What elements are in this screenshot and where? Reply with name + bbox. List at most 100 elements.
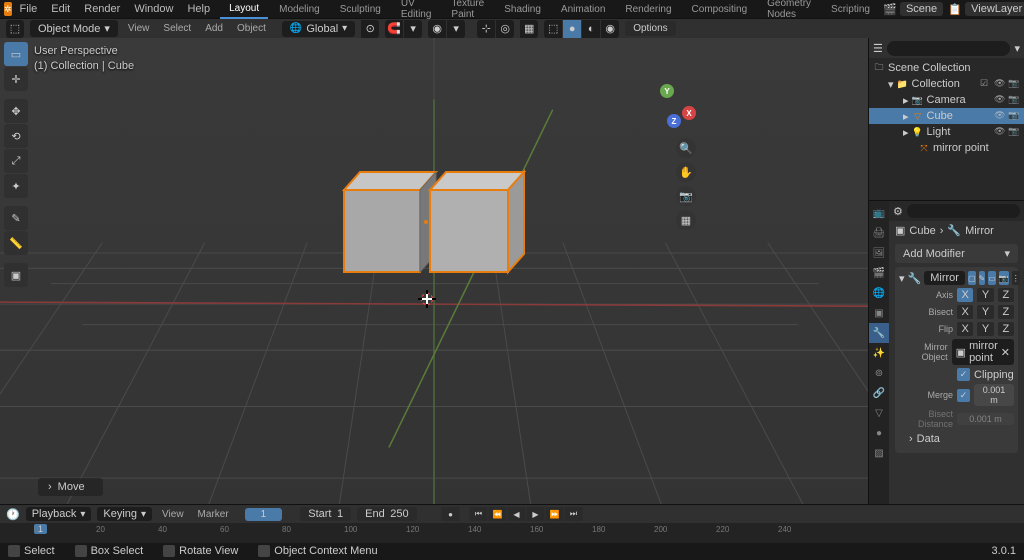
move-tool-icon[interactable]: ✥ bbox=[4, 99, 28, 123]
disclosure-icon[interactable]: ▾ bbox=[888, 78, 894, 91]
mod-extras-icon[interactable]: ⋮ bbox=[1012, 271, 1020, 285]
outliner-editor-icon[interactable]: ☰ bbox=[873, 42, 883, 55]
disable-toggle-icon[interactable]: 📷 bbox=[1008, 94, 1020, 106]
rotate-tool-icon[interactable]: ⟲ bbox=[4, 124, 28, 148]
prev-keyframe-icon[interactable]: ⏪ bbox=[489, 507, 507, 521]
next-keyframe-icon[interactable]: ⏩ bbox=[546, 507, 564, 521]
axis-z-button[interactable]: Z bbox=[998, 288, 1014, 302]
wireframe-shading-icon[interactable]: ⬚ bbox=[544, 20, 562, 38]
gizmo-y-axis-icon[interactable]: Y bbox=[660, 84, 674, 98]
flip-x-button[interactable]: X bbox=[957, 322, 973, 336]
scene-tab-icon[interactable]: 🎬 bbox=[869, 263, 889, 283]
hide-toggle-icon[interactable]: 👁 bbox=[994, 126, 1006, 138]
rendered-shading-icon[interactable]: ◉ bbox=[601, 20, 619, 38]
clear-icon[interactable]: ✕ bbox=[1001, 346, 1010, 359]
physics-tab-icon[interactable]: ⊚ bbox=[869, 363, 889, 383]
workspace-tab-scripting[interactable]: Scripting bbox=[822, 1, 879, 18]
timeline-view[interactable]: View bbox=[158, 509, 188, 520]
bisect-z-button[interactable]: Z bbox=[998, 305, 1014, 319]
axis-y-button[interactable]: Y bbox=[977, 288, 993, 302]
disclosure-icon[interactable]: ▸ bbox=[903, 110, 909, 123]
play-icon[interactable]: ▶ bbox=[527, 507, 545, 521]
modifiers-tab-icon[interactable]: 🔧 bbox=[869, 323, 889, 343]
menu-render[interactable]: Render bbox=[78, 1, 126, 17]
measure-tool-icon[interactable]: 📏 bbox=[4, 231, 28, 255]
bisect-x-button[interactable]: X bbox=[957, 305, 973, 319]
matprev-shading-icon[interactable]: ◐ bbox=[582, 20, 600, 38]
tree-light[interactable]: ▸ 💡 Light 👁📷 bbox=[869, 124, 1024, 140]
orientation-gizmo[interactable]: Y X Z bbox=[652, 84, 696, 128]
pan-gizmo-icon[interactable]: ✋ bbox=[676, 162, 696, 182]
breadcrumb-object[interactable]: Cube bbox=[909, 225, 935, 237]
tree-camera[interactable]: ▸ 📷 Camera 👁📷 bbox=[869, 92, 1024, 108]
tree-mirror-point[interactable]: ⤧ mirror point bbox=[869, 140, 1024, 156]
disclosure-icon[interactable]: ▾ bbox=[899, 272, 905, 285]
camera-gizmo-icon[interactable]: 📷 bbox=[676, 186, 696, 206]
annotate-tool-icon[interactable]: ✎ bbox=[4, 206, 28, 230]
tree-scene-collection[interactable]: 🗀 Scene Collection bbox=[869, 60, 1024, 76]
constraints-tab-icon[interactable]: 🔗 bbox=[869, 383, 889, 403]
autokey-icon[interactable]: ● bbox=[442, 507, 460, 521]
scene-selector[interactable]: Scene bbox=[900, 2, 943, 16]
menu-file[interactable]: File bbox=[14, 1, 44, 17]
zoom-gizmo-icon[interactable]: 🔍 bbox=[676, 138, 696, 158]
merge-checkbox[interactable]: ✓ bbox=[957, 389, 970, 402]
scale-tool-icon[interactable]: ⤢ bbox=[4, 149, 28, 173]
workspace-tab-compositing[interactable]: Compositing bbox=[683, 1, 757, 18]
timeline-editor-icon[interactable]: 🕐 bbox=[6, 508, 20, 521]
merge-distance-input[interactable]: 0.001 m bbox=[974, 384, 1014, 406]
workspace-tab-shading[interactable]: Shading bbox=[495, 1, 550, 18]
editor-type-icon[interactable]: ⬚ bbox=[6, 20, 24, 38]
clipping-checkbox[interactable]: ✓ bbox=[957, 368, 970, 381]
flip-z-button[interactable]: Z bbox=[998, 322, 1014, 336]
mirrored-cube-mesh[interactable] bbox=[330, 154, 540, 304]
pivot-icon[interactable]: ⊙ bbox=[361, 20, 379, 38]
timeline-marker[interactable]: Marker bbox=[194, 509, 233, 520]
hide-toggle-icon[interactable]: 👁 bbox=[994, 78, 1006, 90]
mod-render-toggle-icon[interactable]: 📷 bbox=[999, 271, 1009, 285]
mod-realtime-toggle-icon[interactable]: ▢ bbox=[968, 271, 976, 285]
tree-collection[interactable]: ▾ 📁 Collection ☑👁📷 bbox=[869, 76, 1024, 92]
outliner-search-input[interactable] bbox=[887, 41, 1011, 56]
menu-window[interactable]: Window bbox=[128, 1, 179, 17]
solid-shading-icon[interactable]: ● bbox=[563, 20, 581, 38]
workspace-tab-sculpting[interactable]: Sculpting bbox=[331, 1, 390, 18]
add-modifier-button[interactable]: Add Modifier ▾ bbox=[895, 244, 1018, 263]
proportional-icon[interactable]: ◉ bbox=[428, 20, 446, 38]
header-view[interactable]: View bbox=[124, 23, 154, 34]
add-cube-tool-icon[interactable]: ▣ bbox=[4, 263, 28, 287]
3d-viewport[interactable]: ▭ ✛ ✥ ⟲ ⤢ ✦ ✎ 📏 ▣ User Perspective (1) C… bbox=[0, 38, 868, 504]
cursor-tool-icon[interactable]: ✛ bbox=[4, 67, 28, 91]
timeline-track[interactable]: 1 0 20 40 60 80 100 120 140 160 180 200 … bbox=[0, 523, 1024, 543]
exclude-toggle-icon[interactable]: ☑ bbox=[980, 78, 992, 90]
header-object[interactable]: Object bbox=[233, 23, 270, 34]
hide-toggle-icon[interactable]: 👁 bbox=[994, 110, 1006, 122]
workspace-tab-layout[interactable]: Layout bbox=[220, 0, 268, 19]
axis-x-button[interactable]: X bbox=[957, 288, 973, 302]
menu-help[interactable]: Help bbox=[181, 1, 216, 17]
proportional-mode-icon[interactable]: ▾ bbox=[447, 20, 465, 38]
filter-icon[interactable]: ▾ bbox=[1014, 42, 1020, 55]
header-add[interactable]: Add bbox=[201, 23, 227, 34]
end-frame-input[interactable]: End 250 bbox=[357, 507, 417, 521]
playback-dropdown[interactable]: Playback ▾ bbox=[26, 507, 92, 521]
mode-dropdown[interactable]: Object Mode▾ bbox=[30, 20, 118, 37]
workspace-tab-modeling[interactable]: Modeling bbox=[270, 1, 329, 18]
disable-toggle-icon[interactable]: 📷 bbox=[1008, 126, 1020, 138]
flip-y-button[interactable]: Y bbox=[977, 322, 993, 336]
header-options[interactable]: Options bbox=[625, 21, 675, 36]
output-tab-icon[interactable]: 🖨 bbox=[869, 223, 889, 243]
texture-tab-icon[interactable]: ▨ bbox=[869, 443, 889, 463]
tree-cube[interactable]: ▸ ▽ Cube 👁📷 bbox=[869, 108, 1024, 124]
workspace-tab-animation[interactable]: Animation bbox=[552, 1, 614, 18]
disable-toggle-icon[interactable]: 📷 bbox=[1008, 78, 1020, 90]
data-tab-icon[interactable]: ▽ bbox=[869, 403, 889, 423]
viewlayer-tab-icon[interactable]: 🖼 bbox=[869, 243, 889, 263]
data-section-toggle[interactable]: › Data bbox=[909, 433, 1004, 445]
play-reverse-icon[interactable]: ◀ bbox=[508, 507, 526, 521]
mod-editmode-toggle-icon[interactable]: ✎ bbox=[979, 271, 986, 285]
last-operator-panel[interactable]: › Move bbox=[38, 478, 103, 496]
select-box-tool-icon[interactable]: ▭ bbox=[4, 42, 28, 66]
jump-start-icon[interactable]: ⏮ bbox=[470, 507, 488, 521]
snap-mode-icon[interactable]: ▾ bbox=[404, 20, 422, 38]
